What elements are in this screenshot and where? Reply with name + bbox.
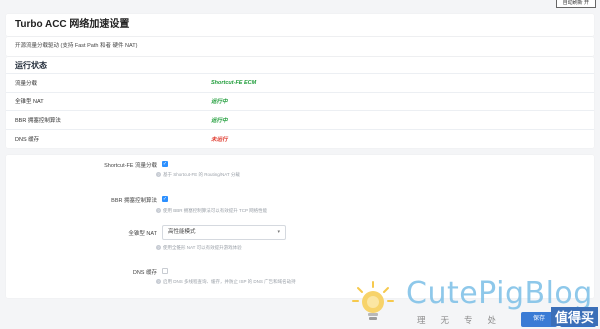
sfe-checkbox[interactable]: ✓ xyxy=(162,161,168,167)
bbr-checkbox[interactable]: ✓ xyxy=(162,196,168,202)
page-description: 开源流量分载驱动 (支持 Fast Path 和者 硬件 NAT) xyxy=(6,37,594,56)
status-label: DNS 缓存 xyxy=(15,136,40,143)
status-label: BBR 拥塞控制算法 xyxy=(15,117,61,124)
info-icon: ? xyxy=(156,208,161,213)
status-value: 未运行 xyxy=(211,136,228,143)
info-icon: ? xyxy=(156,172,161,177)
bbr-help-text: 使用 BBR 拥塞控制算法可以有效提升 TCP 网络性能 xyxy=(163,208,268,213)
dns-label: DNS 缓存 xyxy=(132,270,157,276)
status-value: 运行中 xyxy=(211,117,228,124)
status-label: 全锥型 NAT xyxy=(15,99,44,106)
bbr-label: BBR 拥塞控制算法 xyxy=(111,198,157,204)
settings-section: Shortcut-FE 流量分载 ✓ ? 基于 Shortcut-FE 的 Rou… xyxy=(6,155,594,298)
status-section: 运行状态 流量分载 Shortcut-FE ECM 全锥型 NAT 运行中 BB… xyxy=(6,57,594,148)
fullcone-select[interactable]: 高性能模式 ▾ xyxy=(162,225,286,240)
save-button[interactable]: 保存 xyxy=(521,312,557,327)
info-icon: ? xyxy=(156,245,161,250)
bbr-help: ? 使用 BBR 拥塞控制算法可以有效提升 TCP 网络性能 xyxy=(156,208,267,214)
status-row-fullcone: 全锥型 NAT 运行中 xyxy=(6,93,594,111)
info-icon: ? xyxy=(156,279,161,284)
status-row-bbr: BBR 拥塞控制算法 运行中 xyxy=(6,111,594,130)
sfe-label: Shortcut-FE 流量分载 xyxy=(104,163,157,169)
dns-help: ? 启用 DNS 多线程查询、缓存，并防止 ISP 的 DNS 广告和域名劫持 xyxy=(156,279,296,285)
sfe-help-text: 基于 Shortcut-FE 的 Routing/NAT 分载 xyxy=(163,172,240,177)
status-value: Shortcut-FE ECM xyxy=(211,79,257,86)
chevron-down-icon: ▾ xyxy=(277,229,280,235)
status-label: 流量分载 xyxy=(15,80,38,87)
fullcone-help-text: 使用全锥形 NAT 可以有效提升游戏体验 xyxy=(163,245,242,250)
sfe-help: ? 基于 Shortcut-FE 的 Routing/NAT 分载 xyxy=(156,172,240,178)
page-title: Turbo ACC 网络加速设置 xyxy=(6,14,594,36)
status-row-offload: 流量分载 Shortcut-FE ECM xyxy=(6,74,594,93)
dns-checkbox[interactable] xyxy=(162,268,168,274)
fullcone-selected: 高性能模式 xyxy=(168,229,196,235)
status-row-dns: DNS 缓存 未运行 xyxy=(6,130,594,149)
status-value: 运行中 xyxy=(211,99,228,106)
auto-refresh-button[interactable]: 自动刷新 开 xyxy=(555,0,596,8)
save-apply-button[interactable]: 保存并应用 xyxy=(560,312,596,327)
fullcone-help: ? 使用全锥形 NAT 可以有效提升游戏体验 xyxy=(156,245,242,251)
watermark-slogan: 理无专处 xyxy=(417,315,512,325)
fullcone-label: 全锥型 NAT xyxy=(128,231,157,237)
status-heading: 运行状态 xyxy=(6,57,594,74)
footer-actions: 保存 保存并应用 xyxy=(521,312,596,327)
dns-help-text: 启用 DNS 多线程查询、缓存，并防止 ISP 的 DNS 广告和域名劫持 xyxy=(163,279,296,284)
